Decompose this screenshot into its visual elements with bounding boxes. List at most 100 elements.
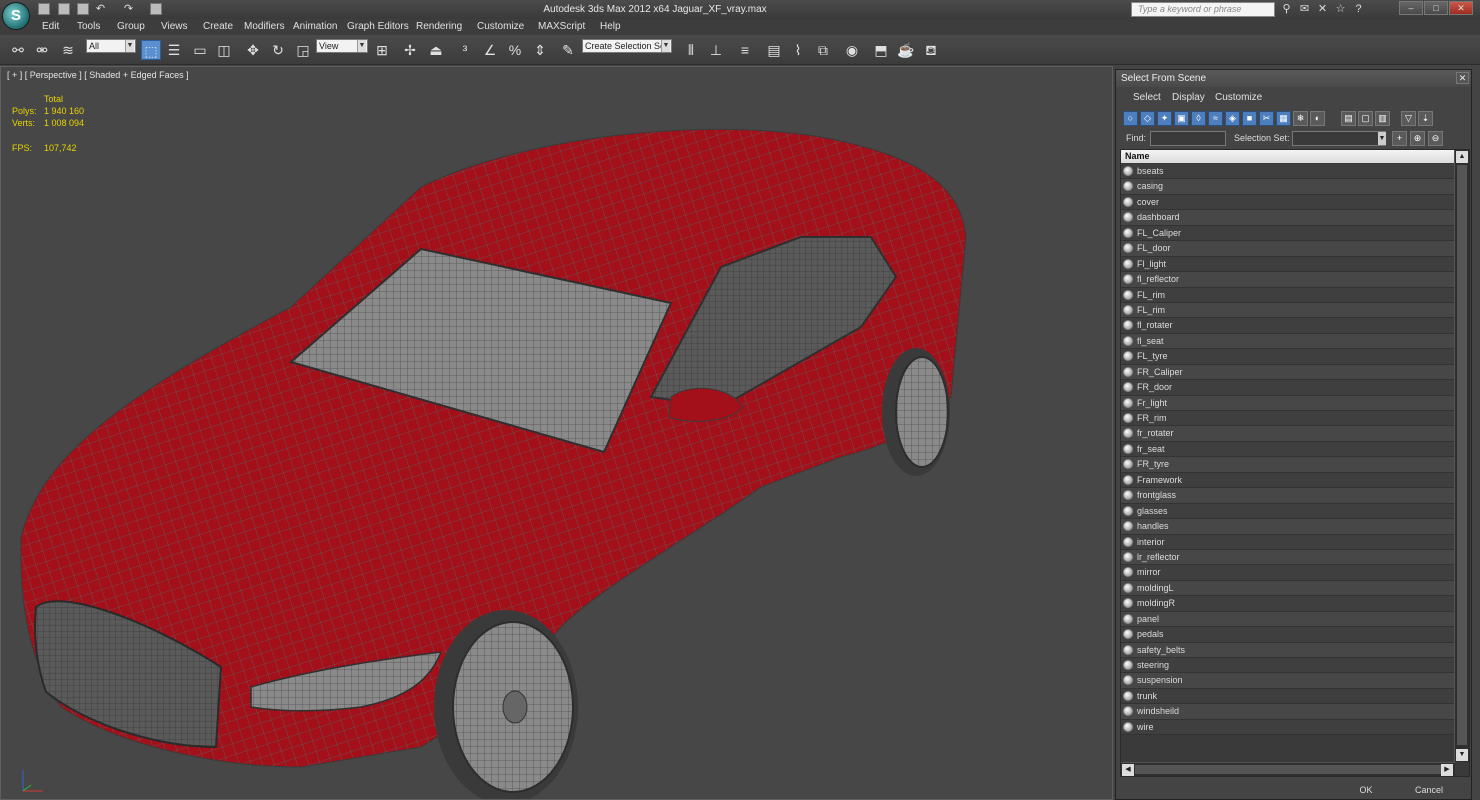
edit-named-selection-icon[interactable]: ✎ [558, 40, 578, 60]
menu-edit[interactable]: Edit [42, 21, 59, 32]
help-icon[interactable]: ? [1352, 3, 1365, 16]
list-item[interactable]: moldingR [1121, 596, 1454, 612]
menu-create[interactable]: Create [203, 21, 233, 32]
mirror-icon[interactable]: ⫴ [681, 40, 701, 60]
list-item[interactable]: suspension [1121, 673, 1454, 689]
find-field[interactable] [1150, 131, 1226, 146]
display-space-warps-icon[interactable]: ≈ [1208, 111, 1223, 126]
keyboard-shortcut-override-icon[interactable]: ⏏ [426, 40, 446, 60]
name-column-header[interactable]: Name [1121, 150, 1455, 163]
close-button[interactable]: ✕ [1449, 1, 1473, 15]
list-item[interactable]: fr_seat [1121, 441, 1454, 458]
menu-maxscript[interactable]: MAXScript [538, 21, 585, 32]
list-item[interactable]: FR_tyre [1121, 457, 1454, 473]
dialog-menu-customize[interactable]: Customize [1215, 92, 1262, 103]
minimize-button[interactable]: – [1399, 1, 1423, 15]
list-item[interactable]: FR_door [1121, 380, 1454, 396]
display-groups-icon[interactable]: ◈ [1225, 111, 1240, 126]
window-crossing-icon[interactable]: ◫ [214, 40, 234, 60]
create-selection-set-icon[interactable]: + [1392, 131, 1407, 146]
list-item[interactable]: lr_reflector [1121, 549, 1454, 566]
list-item[interactable]: fr_rotater [1121, 426, 1454, 442]
cancel-button[interactable]: Cancel [1402, 783, 1456, 797]
dialog-close-button[interactable]: ✕ [1456, 72, 1469, 84]
menu-tools[interactable]: Tools [77, 21, 100, 32]
list-item[interactable]: cover [1121, 194, 1454, 211]
filter-icon[interactable]: ▽ [1401, 111, 1416, 126]
select-none-icon[interactable]: ▢ [1358, 111, 1373, 126]
display-bones-icon[interactable]: ✂ [1259, 111, 1274, 126]
render-setup-icon[interactable]: ⬒ [871, 40, 891, 60]
menu-customize[interactable]: Customize [477, 21, 524, 32]
add-to-selection-set-icon[interactable]: ⊕ [1410, 131, 1425, 146]
list-item[interactable]: FL_tyre [1121, 349, 1454, 365]
display-helpers-icon[interactable]: ◊ [1191, 111, 1206, 126]
list-item[interactable]: FR_Caliper [1121, 364, 1454, 381]
list-item[interactable]: pedals [1121, 627, 1454, 643]
vertical-scrollbar[interactable]: ▲ ▼ [1454, 150, 1469, 762]
list-item[interactable]: Framework [1121, 472, 1454, 489]
list-item[interactable]: trunk [1121, 688, 1454, 705]
ok-button[interactable]: OK [1344, 783, 1388, 797]
scroll-up-icon[interactable]: ▲ [1456, 151, 1468, 163]
maximize-button[interactable]: □ [1424, 1, 1448, 15]
select-object-icon[interactable]: ⬚ [141, 40, 161, 60]
list-item[interactable]: mirror [1121, 565, 1454, 581]
list-item[interactable]: glasses [1121, 503, 1454, 520]
dialog-title-bar[interactable]: Select From Scene ✕ [1116, 70, 1471, 87]
list-item[interactable]: interior [1121, 534, 1454, 550]
list-item[interactable]: Fr_light [1121, 395, 1454, 411]
dialog-menu-select[interactable]: Select [1133, 92, 1161, 103]
list-item[interactable]: Fl_light [1121, 256, 1454, 273]
schematic-view-icon[interactable]: ⧉ [813, 40, 833, 60]
align-icon[interactable]: ⊥ [706, 40, 726, 60]
display-cameras-icon[interactable]: ▣ [1174, 111, 1189, 126]
list-item[interactable]: fl_reflector [1121, 272, 1454, 288]
display-lights-icon[interactable]: ✦ [1157, 111, 1172, 126]
menu-modifiers[interactable]: Modifiers [244, 21, 285, 32]
graphite-ribbon-icon[interactable]: ▤ [764, 40, 784, 60]
select-and-rotate-icon[interactable]: ↻ [268, 40, 288, 60]
list-item[interactable]: dashboard [1121, 210, 1454, 226]
render-production-icon[interactable]: ⛾ [921, 40, 941, 60]
favorites-star-icon[interactable]: ☆ [1334, 3, 1347, 16]
menu-views[interactable]: Views [161, 21, 188, 32]
menu-graph-editors[interactable]: Graph Editors [347, 21, 409, 32]
binoculars-icon[interactable]: ⚲ [1280, 3, 1293, 16]
named-selection-sets-dropdown[interactable]: Create Selection Se ▼ [582, 39, 672, 53]
list-item[interactable]: casing [1121, 179, 1454, 195]
selection-filter-dropdown[interactable]: All ▼ [86, 39, 136, 53]
menu-group[interactable]: Group [117, 21, 145, 32]
list-item[interactable]: moldingL [1121, 580, 1454, 597]
list-item[interactable]: bseats [1121, 164, 1454, 180]
percent-snap-icon[interactable]: % [505, 40, 525, 60]
select-by-name-icon[interactable]: ☰ [164, 40, 184, 60]
spinner-snap-icon[interactable]: ⇕ [530, 40, 550, 60]
selection-set-field[interactable] [1292, 131, 1386, 146]
list-item[interactable]: wire [1121, 719, 1454, 736]
rectangular-selection-icon[interactable]: ▭ [190, 40, 210, 60]
list-item[interactable]: windsheild [1121, 704, 1454, 720]
list-item[interactable]: fl_seat [1121, 333, 1454, 350]
scroll-right-icon[interactable]: ▶ [1441, 764, 1453, 776]
display-shapes-icon[interactable]: ◇ [1140, 111, 1155, 126]
list-item[interactable]: handles [1121, 519, 1454, 535]
material-editor-icon[interactable]: ◉ [842, 40, 862, 60]
sort-icon[interactable]: ⇣ [1418, 111, 1433, 126]
menu-help[interactable]: Help [600, 21, 621, 32]
display-hidden-icon[interactable]: ◐ [1310, 111, 1325, 126]
select-and-scale-icon[interactable]: ◲ [293, 40, 313, 60]
select-and-link-icon[interactable]: ⚯ [8, 40, 28, 60]
list-item[interactable]: safety_belts [1121, 642, 1454, 658]
menu-animation[interactable]: Animation [293, 21, 337, 32]
select-invert-icon[interactable]: ▥ [1375, 111, 1390, 126]
select-and-manipulate-icon[interactable]: ✢ [400, 40, 420, 60]
rendered-frame-window-icon[interactable]: ☕ [896, 40, 916, 60]
list-item[interactable]: FR_rim [1121, 411, 1454, 427]
list-item[interactable]: FL_door [1121, 241, 1454, 257]
perspective-viewport[interactable]: [ + ] [ Perspective ] [ Shaded + Edged F… [0, 66, 1113, 800]
list-item[interactable]: FL_rim [1121, 302, 1454, 319]
vertical-scroll-thumb[interactable] [1457, 165, 1467, 745]
horizontal-scrollbar[interactable]: ◀ ▶ [1121, 762, 1455, 776]
remove-from-selection-set-icon[interactable]: ⊖ [1428, 131, 1443, 146]
